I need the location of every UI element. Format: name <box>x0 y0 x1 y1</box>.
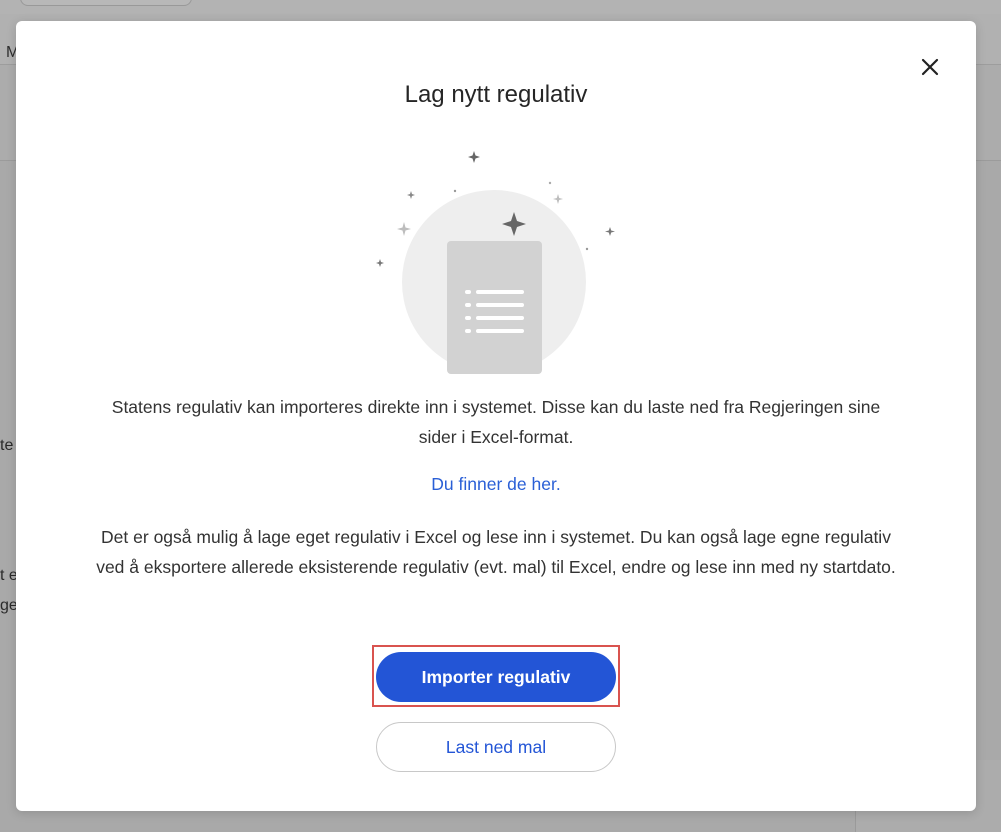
download-source-link[interactable]: Du finner de her. <box>16 474 976 495</box>
document-list-icon <box>376 151 615 374</box>
download-template-button[interactable]: Last ned mal <box>376 722 616 772</box>
description-paragraph: Statens regulativ kan importeres direkte… <box>111 397 881 447</box>
close-button[interactable] <box>918 55 942 79</box>
close-icon <box>921 58 939 76</box>
import-regulation-button[interactable]: Importer regulativ <box>376 652 616 702</box>
new-regulation-dialog: Lag nytt regulativ Statens regulativ kan… <box>16 21 976 811</box>
dialog-title: Lag nytt regulativ <box>404 81 588 108</box>
description-paragraph: Det er også mulig å lage eget regulativ … <box>96 527 896 577</box>
background-text-fragment: te <box>0 437 14 454</box>
background-search-pill <box>20 0 192 6</box>
